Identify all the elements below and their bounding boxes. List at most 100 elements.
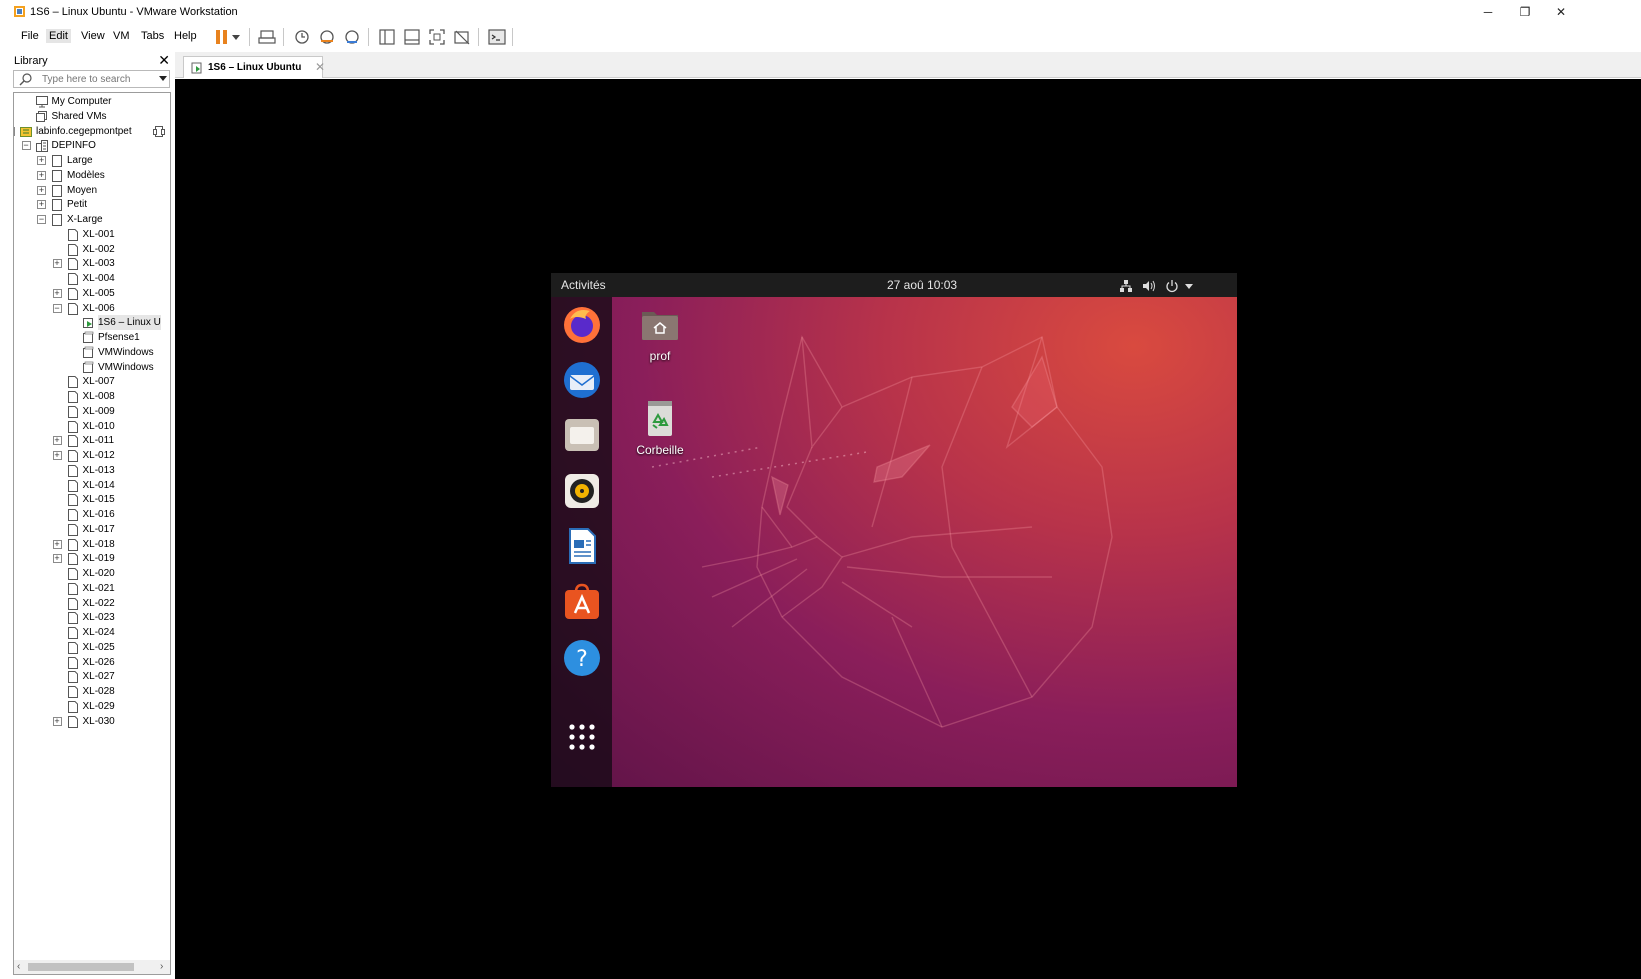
collapse-icon[interactable]: − bbox=[52, 303, 62, 313]
desktop-icon-prof[interactable]: prof bbox=[620, 304, 700, 363]
expand-icon[interactable]: + bbox=[37, 185, 46, 195]
tree-item[interactable]: Pfsense1 bbox=[14, 330, 170, 345]
minimize-button[interactable]: ─ bbox=[1476, 3, 1500, 21]
tree-item[interactable]: XL-010 bbox=[14, 419, 170, 434]
tree-item[interactable]: XL-013 bbox=[14, 463, 170, 478]
tree-item[interactable]: XL-020 bbox=[14, 566, 170, 581]
firefox-icon[interactable] bbox=[562, 305, 602, 345]
scroll-left-icon[interactable]: ‹ bbox=[17, 961, 20, 972]
library-horizontal-scrollbar[interactable]: ‹ › bbox=[14, 960, 170, 974]
expand-icon[interactable]: + bbox=[52, 288, 62, 298]
restore-button[interactable]: ❐ bbox=[1513, 3, 1537, 21]
tab-vm-1s6-linux-ubuntu[interactable]: 1S6 – Linux Ubuntu ✕ bbox=[183, 56, 325, 78]
tree-item[interactable]: XL-007 bbox=[14, 374, 170, 389]
tree-item[interactable]: XL-025 bbox=[14, 640, 170, 655]
tree-item[interactable]: XL-004 bbox=[14, 271, 170, 286]
tree-item[interactable]: XL-016 bbox=[14, 507, 170, 522]
thumbnail-bar-icon[interactable] bbox=[403, 28, 421, 46]
tree-item[interactable]: + XL-012 bbox=[14, 448, 170, 463]
library-view-icon[interactable] bbox=[378, 28, 396, 46]
expand-icon[interactable]: + bbox=[37, 156, 46, 165]
tree-item[interactable]: XL-014 bbox=[14, 478, 170, 493]
tree-item[interactable]: VMWindows bbox=[14, 345, 170, 360]
tree-item[interactable]: + XL-019 bbox=[14, 551, 170, 566]
collapse-icon[interactable]: − bbox=[21, 141, 31, 151]
tree-item[interactable]: XL-024 bbox=[14, 625, 170, 640]
software-center-icon[interactable] bbox=[562, 582, 602, 622]
snapshot-manager-icon[interactable] bbox=[343, 28, 361, 46]
tree-item[interactable]: + XL-011 bbox=[14, 433, 170, 448]
expand-icon[interactable]: + bbox=[37, 200, 46, 210]
tree-item[interactable]: VMWindows bbox=[14, 360, 170, 375]
activities-button[interactable]: Activités bbox=[561, 278, 606, 292]
library-close-button[interactable]: ✕ bbox=[158, 52, 170, 69]
unity-icon[interactable] bbox=[453, 28, 471, 46]
collapse-icon[interactable]: − bbox=[37, 215, 46, 224]
menu-edit[interactable]: Edit bbox=[46, 29, 71, 43]
expand-icon[interactable]: + bbox=[52, 451, 62, 460]
snapshot-icon[interactable] bbox=[293, 28, 311, 46]
tree-item[interactable]: + XL-018 bbox=[14, 537, 170, 552]
tree-item[interactable]: − X-Large bbox=[14, 212, 170, 227]
expand-icon[interactable]: + bbox=[52, 554, 62, 564]
tree-item[interactable]: − XL-006 bbox=[14, 301, 170, 316]
collapse-icon[interactable]: − bbox=[14, 126, 15, 136]
tree-item[interactable]: Shared VMs bbox=[14, 109, 170, 124]
tree-item[interactable]: + XL-030 bbox=[14, 714, 170, 729]
desktop-icon-corbeille[interactable]: Corbeille bbox=[620, 398, 700, 457]
tree-item[interactable]: − labinfo.cegepmontpet bbox=[14, 124, 170, 139]
tree-item[interactable]: + Petit bbox=[14, 197, 170, 212]
tree-item[interactable]: XL-029 bbox=[14, 699, 170, 714]
tree-item[interactable]: XL-023 bbox=[14, 610, 170, 625]
tree-item[interactable]: 1S6 – Linux U bbox=[14, 315, 170, 331]
tree-item[interactable]: XL-015 bbox=[14, 492, 170, 507]
clock-datetime[interactable]: 27 aoû 10:03 bbox=[887, 278, 957, 292]
tree-item[interactable]: XL-022 bbox=[14, 596, 170, 611]
fullscreen-icon[interactable] bbox=[428, 28, 446, 46]
tree-item[interactable]: XL-002 bbox=[14, 242, 170, 257]
menu-tabs[interactable]: Tabs bbox=[138, 29, 167, 43]
scroll-right-icon[interactable]: › bbox=[160, 961, 163, 972]
tree-item[interactable]: + Modèles bbox=[14, 168, 170, 183]
libreoffice-writer-icon[interactable] bbox=[562, 526, 602, 566]
revert-snapshot-icon[interactable] bbox=[318, 28, 336, 46]
tab-close-button[interactable]: ✕ bbox=[315, 60, 325, 74]
vm-console[interactable]: Activités 27 aoû 10:03 ? prof Corbeille bbox=[175, 79, 1641, 979]
close-window-button[interactable]: ✕ bbox=[1549, 3, 1573, 21]
network-icon[interactable] bbox=[1119, 279, 1133, 293]
search-dropdown-icon[interactable] bbox=[159, 76, 167, 81]
expand-icon[interactable]: + bbox=[52, 436, 62, 446]
menu-file[interactable]: File bbox=[18, 29, 42, 43]
tree-item[interactable]: XL-028 bbox=[14, 684, 170, 699]
ubuntu-screen[interactable]: Activités 27 aoû 10:03 ? prof Corbeille bbox=[551, 273, 1237, 787]
library-search-box[interactable] bbox=[13, 70, 170, 88]
tree-item[interactable]: My Computer bbox=[14, 94, 170, 109]
menu-help[interactable]: Help bbox=[171, 29, 200, 43]
menu-view[interactable]: View bbox=[78, 29, 108, 43]
expand-icon[interactable]: + bbox=[52, 716, 62, 726]
tree-item[interactable]: XL-001 bbox=[14, 227, 170, 242]
menu-vm[interactable]: VM bbox=[110, 29, 133, 43]
send-ctrl-alt-del-icon[interactable] bbox=[258, 28, 276, 46]
expand-icon[interactable]: + bbox=[37, 170, 46, 180]
tree-item[interactable]: XL-009 bbox=[14, 404, 170, 419]
help-icon[interactable]: ? bbox=[562, 638, 602, 678]
thunderbird-icon[interactable] bbox=[562, 360, 602, 400]
rhythmbox-icon[interactable] bbox=[562, 471, 602, 511]
tree-item[interactable]: XL-026 bbox=[14, 655, 170, 670]
volume-icon[interactable] bbox=[1142, 279, 1156, 293]
tree-item[interactable]: + Large bbox=[14, 153, 170, 168]
expand-icon[interactable]: + bbox=[52, 259, 62, 269]
tree-item[interactable]: + XL-005 bbox=[14, 286, 170, 301]
show-apps-icon[interactable] bbox=[562, 717, 602, 757]
tree-item[interactable]: − DEPINFO bbox=[14, 138, 170, 153]
expand-icon[interactable]: + bbox=[52, 539, 62, 549]
pause-icon[interactable] bbox=[213, 28, 231, 46]
tree-item[interactable]: XL-008 bbox=[14, 389, 170, 404]
tree-item[interactable]: + Moyen bbox=[14, 183, 170, 198]
menu-arrow-icon[interactable] bbox=[1184, 279, 1194, 293]
tree-item[interactable]: XL-027 bbox=[14, 669, 170, 684]
console-view-icon[interactable] bbox=[488, 28, 506, 46]
tree-item[interactable]: + XL-003 bbox=[14, 256, 170, 271]
files-icon[interactable] bbox=[562, 415, 602, 455]
